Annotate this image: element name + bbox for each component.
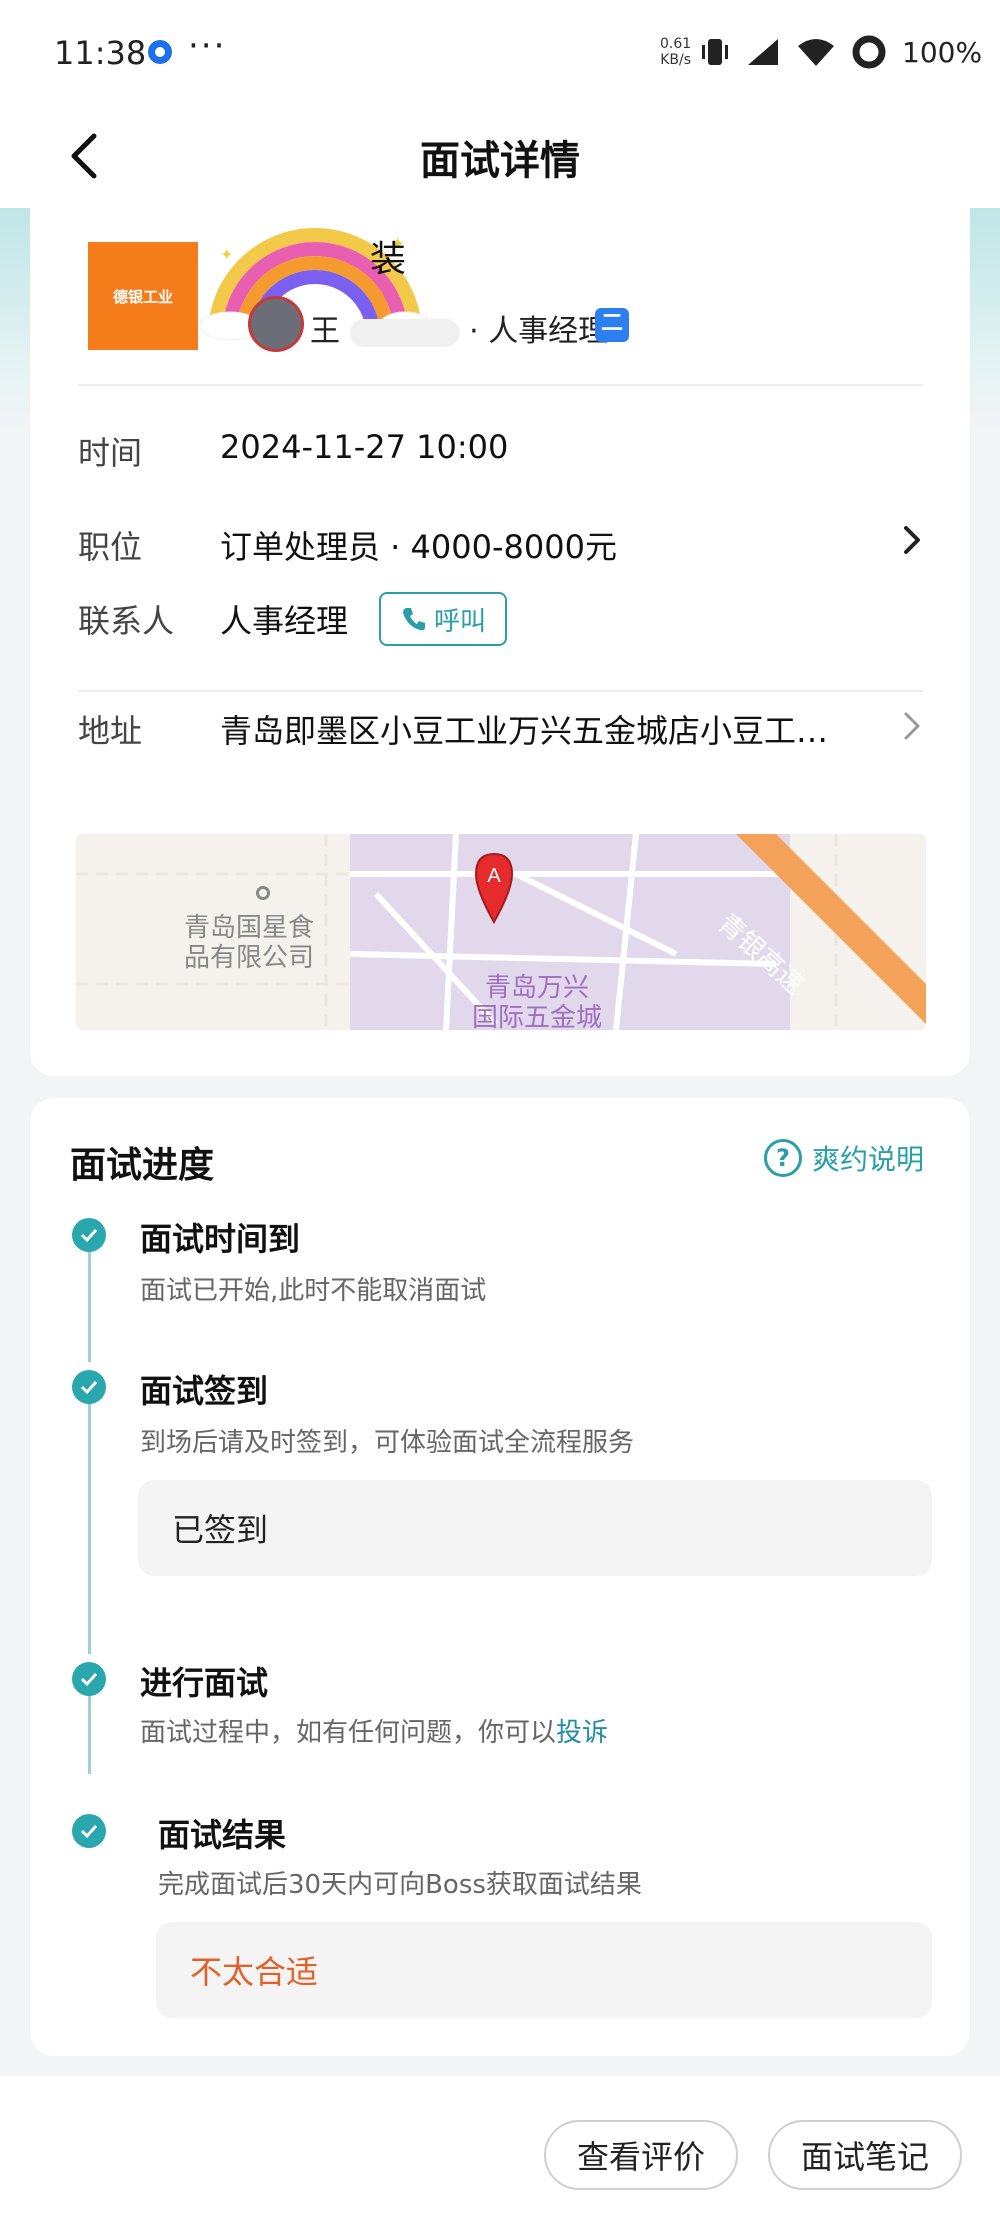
- address-label: 地址: [78, 712, 143, 750]
- divider: [78, 690, 923, 692]
- view-review-label: 查看评价: [576, 2138, 705, 2176]
- map-poi-line-2: 品有限公司: [184, 942, 315, 972]
- divider: [78, 384, 923, 386]
- help-link-label: 爽约说明: [812, 1143, 925, 1176]
- company-name: 装: [370, 239, 407, 280]
- contact-line: 王 · 人事经理: [310, 306, 608, 350]
- chevron-right-icon: [904, 712, 920, 740]
- more-notifications-icon: ···: [188, 26, 227, 66]
- status-time: 11:38: [54, 34, 147, 72]
- map-pin-label: A: [487, 865, 501, 887]
- call-button-label: 呼叫: [433, 606, 486, 637]
- avatar: [248, 296, 304, 352]
- phone-icon: [402, 608, 425, 631]
- map-poi-marker: [256, 886, 270, 900]
- view-review-button[interactable]: 查看评价: [544, 2120, 738, 2190]
- company-logo-text: 德银工业: [112, 287, 173, 306]
- interview-notes-button[interactable]: 面试笔记: [768, 2120, 962, 2190]
- blurred-name: [349, 318, 460, 347]
- step-title: 进行面试: [140, 1664, 269, 1702]
- timeline-line: [88, 1390, 91, 1654]
- interview-info-card: 德银工业 ✦ ✦ 装 王 · 人事经理 二 时间 2024-11-27 10:0…: [30, 200, 970, 1076]
- check-icon: [72, 1370, 106, 1404]
- no-show-explanation-link[interactable]: ? 爽约说明: [764, 1138, 924, 1178]
- wifi-icon: [798, 39, 834, 66]
- contact-label: 联系人: [78, 602, 175, 640]
- check-icon: [72, 1814, 106, 1848]
- map-pin-icon: A: [474, 852, 514, 924]
- company-logo: 德银工业: [88, 242, 198, 350]
- chevron-right-icon: [904, 526, 920, 554]
- step-title: 面试签到: [140, 1372, 269, 1410]
- step-title: 面试结果: [158, 1816, 287, 1854]
- status-bar: 11:38 ··· 0.61 KB/s 100%: [0, 0, 1000, 108]
- checkin-status-box: 已签到: [138, 1480, 932, 1576]
- time-value: 2024-11-27 10:00: [220, 428, 509, 466]
- header: 面试详情: [0, 108, 1000, 208]
- step-desc-text: 面试过程中，如有任何问题，你可以: [140, 1718, 557, 1748]
- time-label: 时间: [78, 434, 143, 472]
- bottom-action-bar: 查看评价 面试笔记: [0, 2076, 1000, 2224]
- network-speed: 0.61 KB/s: [660, 36, 691, 68]
- step-desc: 到场后请及时签到，可体验面试全流程服务: [140, 1428, 635, 1458]
- check-icon: [72, 1218, 106, 1252]
- network-speed-value: 0.61: [660, 36, 692, 52]
- step-desc: 面试过程中，如有任何问题，你可以投诉: [140, 1712, 608, 1749]
- status-icons: 100%: [700, 34, 982, 70]
- complaint-link[interactable]: 投诉: [556, 1718, 608, 1748]
- location-map[interactable]: 青岛国星食 品有限公司 青岛万兴 国际五金城 青银高速 A: [76, 834, 926, 1030]
- vibrate-icon: [702, 39, 728, 65]
- checkin-status: 已签到: [172, 1511, 269, 1549]
- step-title: 面试时间到: [140, 1220, 301, 1258]
- progress-title: 面试进度: [70, 1145, 215, 1186]
- contact-initial: 王: [310, 314, 340, 349]
- map-area-line-1: 青岛万兴: [485, 972, 590, 1002]
- map-area-line-2: 国际五金城: [472, 1002, 603, 1030]
- check-icon: [72, 1662, 106, 1696]
- interview-notes-label: 面试笔记: [800, 2138, 929, 2176]
- map-area-label: 青岛万兴 国际五金城: [472, 972, 602, 1030]
- address-value: 青岛即墨区小豆工业万兴五金城店小豆工…: [220, 712, 829, 750]
- map-poi-line-1: 青岛国星食: [184, 912, 315, 942]
- contact-value: 人事经理: [220, 602, 349, 640]
- signal-icon: [748, 39, 778, 65]
- contact-separator: ·: [469, 314, 479, 349]
- call-button[interactable]: 呼叫: [379, 592, 507, 646]
- interview-progress-card: 面试进度 ? 爽约说明 面试时间到 面试已开始,此时不能取消面试 面试签到 到场…: [30, 1098, 970, 2056]
- step-desc: 完成面试后30天内可向Boss获取面试结果: [158, 1870, 642, 1900]
- notification-icon: [148, 40, 172, 64]
- result-box: 不太合适: [156, 1922, 932, 2018]
- svg-text:✦: ✦: [220, 245, 233, 264]
- network-speed-unit: KB/s: [660, 52, 691, 68]
- position-value: 订单处理员 · 4000-8000元: [220, 528, 617, 566]
- timeline-line: [88, 1234, 91, 1362]
- battery-percent: 100%: [902, 35, 983, 69]
- battery-icon: [852, 35, 886, 69]
- status-badge: 二: [595, 308, 629, 342]
- contact-role: 人事经理: [488, 314, 609, 349]
- map-poi-label: 青岛国星食 品有限公司: [184, 912, 314, 972]
- page-title: 面试详情: [420, 138, 580, 184]
- position-label: 职位: [78, 528, 143, 566]
- help-icon: ?: [764, 1139, 802, 1177]
- step-desc: 面试已开始,此时不能取消面试: [140, 1276, 487, 1306]
- interview-result: 不太合适: [190, 1953, 319, 1991]
